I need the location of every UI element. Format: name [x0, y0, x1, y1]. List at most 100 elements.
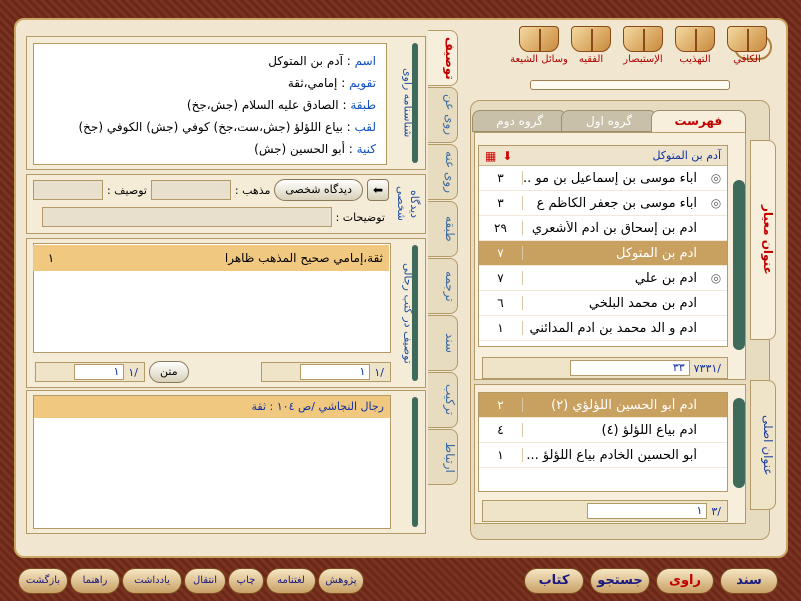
- list-item-count: ٣: [479, 171, 523, 185]
- narrator-id-section: اسم : آدم بن المتوكل تقويم : إمامي،ثقة طبق…: [26, 36, 426, 170]
- return-button[interactable]: بازگشت: [18, 568, 68, 594]
- list-item[interactable]: ◎ آباء موسى بن إسماعيل بن مو ... ٣: [479, 166, 727, 191]
- tab-narrated-from[interactable]: روى عن: [428, 87, 458, 143]
- list-item-count: ٣: [479, 196, 523, 210]
- tab-narrated-by[interactable]: روى عنه: [428, 144, 458, 200]
- list-item-text: آدم أبو الحسين اللؤلؤي (٢): [551, 397, 697, 413]
- list-item[interactable]: آدم بياع اللؤلؤ (٤) ٤: [479, 418, 727, 443]
- info-value: بياع اللؤلؤ (جش،ست،جخ) كوفي (جش) الكوفي …: [78, 120, 343, 134]
- target-icon: ◎: [710, 196, 722, 210]
- list-item[interactable]: آدم بن المتوكل ٧: [479, 241, 727, 266]
- dictionary-button[interactable]: لغتنامه: [266, 568, 316, 594]
- narrator-info: اسم : آدم بن المتوكل تقويم : إمامي،ثقة طبق…: [33, 43, 387, 165]
- info-key: اسم: [354, 54, 376, 68]
- pager-current-field[interactable]: ١: [74, 364, 125, 380]
- narrator-id-label: شناسنامه راوى: [395, 37, 421, 169]
- book-scrollbar[interactable]: [530, 80, 730, 90]
- tab-index[interactable]: فهرست: [650, 110, 746, 132]
- tab-tabaqa[interactable]: طبقه: [428, 201, 458, 257]
- tab-relation[interactable]: ارتباط: [428, 429, 458, 485]
- original-title-list: آدم أبو الحسين اللؤلؤي (٢) ٢ آدم بياع اللؤ…: [478, 392, 728, 492]
- book-wasail[interactable]: وسائل الشيعة: [510, 26, 568, 76]
- list-item-count: ١: [479, 321, 523, 335]
- book-icon: [623, 26, 663, 52]
- book-tahdhib[interactable]: التهذيب: [672, 26, 718, 76]
- search-button[interactable]: جستجو: [590, 568, 650, 594]
- standard-title-list: آدم بن المتوكل ⬇ ▦ ◎ آباء موسى بن إسماعيل…: [478, 145, 728, 347]
- book-label: الفقيه: [578, 54, 604, 65]
- tab-original-title[interactable]: عنوان اصلى: [750, 380, 776, 510]
- pager-total: /١: [374, 365, 384, 379]
- sort-down-icon[interactable]: ⬇: [502, 149, 512, 163]
- notes-field[interactable]: [41, 207, 332, 227]
- tab-standard-title[interactable]: عنوان معيار: [750, 140, 776, 340]
- list-item[interactable]: ◎ آدم بن علي ٧: [479, 266, 727, 291]
- narrator-button[interactable]: راوى: [656, 568, 714, 594]
- list-item-count: ٧: [479, 246, 523, 260]
- notes-button[interactable]: يادداشت: [122, 568, 182, 594]
- research-button[interactable]: پژوهش: [318, 568, 364, 594]
- back-arrow-button[interactable]: ⬅: [367, 179, 389, 201]
- personal-view-label: ديدگاه شخصى: [395, 186, 421, 222]
- list-item-count: ٤: [479, 423, 523, 437]
- tab-chain[interactable]: سند: [428, 315, 458, 371]
- tab-description[interactable]: توصيف: [428, 30, 458, 86]
- desc-row[interactable]: ثقة،إمامي صحيح المذهب ظاهرا ١: [33, 245, 389, 271]
- keyboard-icon[interactable]: ▦: [485, 149, 496, 163]
- list-item[interactable]: آدم و الد محمد بن آدم المدائني ١: [479, 316, 727, 341]
- count-current-field[interactable]: ٣٣: [569, 360, 690, 376]
- source-label: [395, 391, 421, 533]
- madhhab-label: مذهب :: [234, 183, 271, 197]
- count-total: /٧٣٣١: [693, 361, 721, 375]
- list1-rows: ◎ آباء موسى بن إسماعيل بن مو ... ٣ ◎ آباء مو…: [479, 166, 727, 341]
- transfer-button[interactable]: انتقال: [184, 568, 226, 594]
- pager-current-field[interactable]: ١: [300, 364, 371, 380]
- book-shelf: الكافي التهذيب الإستبصار الفقيه وسائل ال…: [470, 26, 770, 78]
- list2-rows: آدم أبو الحسين اللؤلؤي (٢) ٢ آدم بياع اللؤ…: [479, 393, 727, 468]
- list-item-text: آدم بن علي: [634, 270, 697, 286]
- print-button[interactable]: چاپ: [228, 568, 264, 594]
- text-button[interactable]: متن: [149, 361, 189, 383]
- book-istibsar[interactable]: الإستبصار: [620, 26, 666, 76]
- tab-group-1[interactable]: گروه اول: [561, 110, 657, 132]
- list-item[interactable]: آدم بن إسحاق بن آدم الأشعري ٢٩: [479, 216, 727, 241]
- personal-view-button[interactable]: ديدگاه شخصى: [274, 179, 363, 201]
- list-item-text: أبو الحسين الخادم بياع اللؤلؤ ...: [526, 447, 697, 463]
- list2-scrollbar[interactable]: [733, 398, 745, 488]
- tawsif-field[interactable]: [33, 180, 103, 200]
- info-line: تقويم : إمامي،ثقة: [287, 76, 376, 90]
- list-item[interactable]: أبو الحسين الخادم بياع اللؤلؤ ... ١: [479, 443, 727, 468]
- tab-group-2[interactable]: گروه دوم: [472, 110, 568, 132]
- count-current-field[interactable]: ١: [587, 503, 708, 519]
- rijal-desc-label: توصيف در كتب رجالى: [395, 239, 421, 387]
- help-button[interactable]: راهنما: [70, 568, 120, 594]
- tab-biography[interactable]: ترجمه: [428, 258, 458, 314]
- book-faqih[interactable]: الفقيه: [568, 26, 614, 76]
- book-label: الإستبصار: [623, 54, 663, 65]
- list1-scrollbar[interactable]: [733, 180, 745, 350]
- book-icon: [675, 26, 715, 52]
- chain-button[interactable]: سند: [720, 568, 778, 594]
- book-icon: [519, 26, 559, 52]
- info-value: الصادق عليه السلام (جش،جخ): [186, 98, 339, 112]
- list-item-count: ٧: [479, 271, 523, 285]
- book-button[interactable]: كتاب: [524, 568, 584, 594]
- personal-row-1: ⬅ ديدگاه شخصى مذهب : توصيف :: [33, 179, 389, 201]
- book-kafi[interactable]: الكافي: [724, 26, 770, 76]
- list-item-text: آدم بن المتوكل: [616, 245, 697, 261]
- tawsif-label: توصيف :: [106, 183, 147, 197]
- tab-composition[interactable]: تركيب: [428, 372, 458, 428]
- pager-right: /١ ١: [261, 362, 391, 382]
- info-line: اسم : آدم بن المتوكل: [268, 54, 376, 68]
- book-label: وسائل الشيعة: [510, 54, 568, 65]
- list-item[interactable]: آدم بن محمد البلخي ٦: [479, 291, 727, 316]
- list-header-title: آدم بن المتوكل: [652, 149, 721, 162]
- pager-left: /١ ١: [35, 362, 145, 382]
- list-header: آدم بن المتوكل ⬇ ▦: [479, 146, 727, 166]
- madhhab-field[interactable]: [150, 180, 231, 200]
- list-item[interactable]: آدم أبو الحسين اللؤلؤي (٢) ٢: [479, 393, 727, 418]
- rijal-desc-section: ثقة،إمامي صحيح المذهب ظاهرا ١ /١ ١ متن /١…: [26, 238, 426, 388]
- list-item[interactable]: ◎ آباء موسى بن جعفر الكاظم ع ٣: [479, 191, 727, 216]
- source-box: رجال النجاشي /ص ١٠٤ : ثقة: [33, 395, 391, 529]
- list1-count: /٧٣٣١ ٣٣: [482, 357, 728, 379]
